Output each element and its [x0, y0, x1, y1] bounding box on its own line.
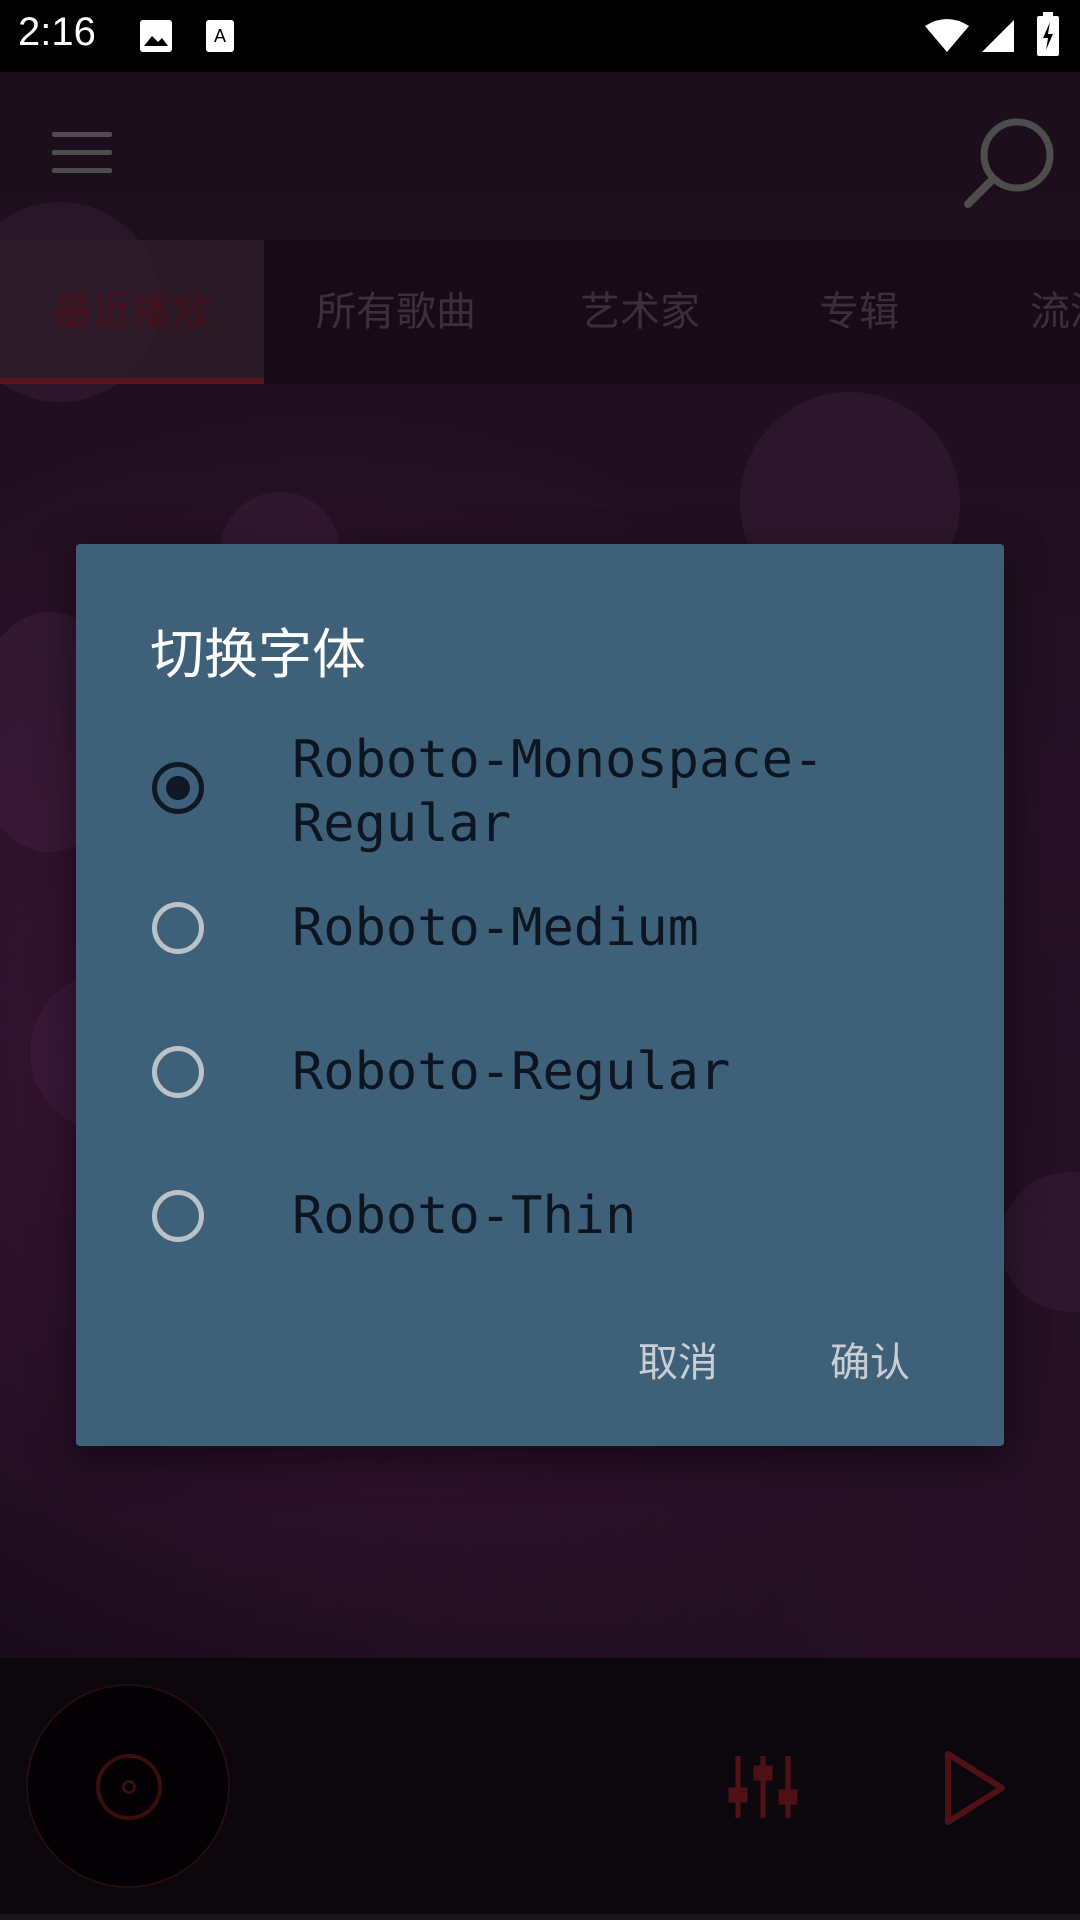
font-option-regular[interactable]: Roboto-Regular — [76, 1008, 1004, 1138]
option-label: Roboto-Regular — [292, 1042, 731, 1102]
cancel-button[interactable]: 取消 — [638, 1330, 718, 1388]
option-label: Roboto-Medium — [292, 898, 699, 958]
option-label: Roboto-Monospace- Regular — [292, 730, 825, 854]
svg-text:A: A — [214, 26, 226, 46]
font-switch-dialog: 切换字体 Roboto-Monospace- Regular Roboto-Me… — [76, 544, 1004, 1446]
keyboard-notification-icon: A — [204, 18, 236, 58]
status-bar: 2:16 A — [0, 0, 1080, 72]
font-option-thin[interactable]: Roboto-Thin — [76, 1152, 1004, 1282]
radio-unselected-icon[interactable] — [152, 1190, 204, 1242]
dialog-title: 切换字体 — [150, 623, 366, 686]
battery-icon — [1036, 12, 1060, 60]
radio-selected-icon[interactable] — [152, 762, 204, 814]
option-label: Roboto-Thin — [292, 1186, 637, 1246]
radio-unselected-icon[interactable] — [152, 1046, 204, 1098]
signal-icon — [980, 18, 1016, 58]
font-option-medium[interactable]: Roboto-Medium — [76, 864, 1004, 994]
wifi-icon — [924, 18, 970, 58]
font-option-monospace-regular[interactable]: Roboto-Monospace- Regular — [76, 716, 1004, 854]
image-notification-icon — [138, 18, 174, 58]
radio-unselected-icon[interactable] — [152, 902, 204, 954]
status-time: 2:16 — [18, 10, 96, 54]
confirm-button[interactable]: 确认 — [830, 1330, 910, 1388]
